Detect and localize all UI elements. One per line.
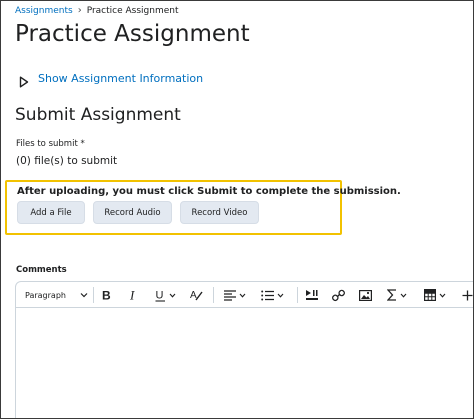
breadcrumb: Assignments › Practice Assignment (15, 5, 179, 16)
files-to-submit-label: Files to submit * (16, 139, 85, 149)
list-icon[interactable] (261, 286, 284, 304)
italic-icon[interactable]: I (129, 286, 139, 304)
plus-icon[interactable] (462, 286, 473, 304)
image-icon[interactable] (359, 286, 372, 304)
chevron-down-icon (169, 293, 176, 298)
upload-highlight-box: After uploading, you must click Submit t… (5, 180, 401, 235)
bold-icon[interactable]: B (102, 286, 112, 304)
show-assignment-info-label: Show Assignment Information (38, 72, 204, 85)
align-icon[interactable] (224, 286, 246, 304)
chevron-down-icon (439, 293, 446, 298)
breadcrumb-current: Practice Assignment (86, 5, 179, 16)
app-frame: Assignments › Practice Assignment Practi… (0, 0, 474, 419)
chevron-down-icon (400, 293, 407, 298)
files-count: (0) file(s) to submit (16, 155, 118, 167)
page-title: Practice Assignment (15, 21, 250, 47)
toolbar-divider (297, 287, 298, 303)
comments-editor[interactable]: Paragraph B I U A (15, 281, 473, 418)
text-color-icon[interactable]: A (190, 286, 204, 304)
editor-content-area[interactable] (16, 309, 473, 418)
show-assignment-info-toggle[interactable]: Show Assignment Information (19, 72, 204, 87)
paragraph-style-select[interactable]: Paragraph (25, 286, 88, 304)
record-audio-button[interactable]: Record Audio (93, 201, 172, 224)
paragraph-style-value: Paragraph (25, 290, 66, 300)
breadcrumb-link-assignments[interactable]: Assignments (15, 6, 73, 16)
chevron-down-icon (80, 292, 88, 298)
svg-text:U: U (156, 289, 164, 301)
comments-label: Comments (16, 265, 67, 275)
chevron-down-icon (277, 293, 284, 298)
submit-section-title: Submit Assignment (15, 105, 181, 125)
table-icon[interactable] (424, 286, 446, 304)
equation-icon[interactable] (387, 286, 407, 304)
link-icon[interactable] (332, 286, 345, 304)
editor-toolbar: Paragraph B I U A (16, 282, 473, 308)
upload-instruction: After uploading, you must click Submit t… (17, 186, 401, 197)
add-file-button[interactable]: Add a File (17, 201, 85, 224)
toolbar-divider (93, 287, 94, 303)
underline-icon[interactable]: U (155, 286, 176, 304)
chevron-down-icon (239, 293, 246, 298)
breadcrumb-separator: › (77, 5, 82, 16)
media-icon[interactable] (306, 286, 318, 304)
record-video-button[interactable]: Record Video (180, 201, 259, 224)
svg-text:B: B (102, 289, 111, 301)
toolbar-divider (213, 287, 214, 303)
triangle-right-icon (19, 73, 29, 87)
svg-text:I: I (129, 289, 135, 301)
